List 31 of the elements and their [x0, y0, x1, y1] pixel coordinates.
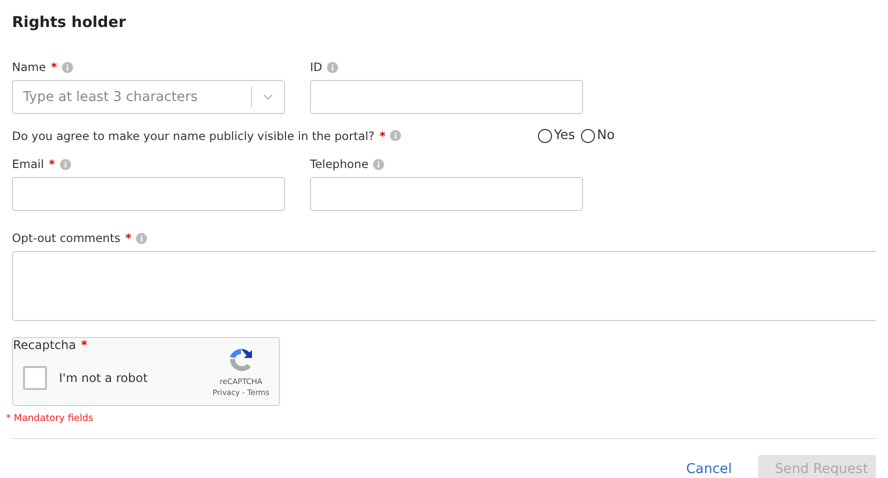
field-label: Name: [12, 60, 46, 74]
section-title: Rights holder: [12, 12, 127, 33]
radio-option[interactable]: Yes: [538, 128, 575, 143]
chevron-down-icon[interactable]: [263, 94, 273, 100]
text-field[interactable]: [12, 177, 285, 211]
text-field[interactable]: [310, 80, 583, 114]
required-mark: *: [81, 338, 88, 352]
info-icon[interactable]: [373, 158, 384, 170]
field-label: Telephone: [310, 157, 368, 171]
comments-textarea[interactable]: [12, 251, 876, 321]
radio-option[interactable]: No: [581, 128, 615, 143]
field-label: Email: [12, 157, 44, 171]
checkbox-label: I'm not a robot: [59, 371, 149, 385]
info-icon[interactable]: [327, 62, 338, 72]
info-icon[interactable]: [62, 62, 73, 72]
mandatory-note: * Mandatory fields: [6, 413, 94, 424]
checkbox[interactable]: [23, 366, 47, 390]
cancel-link[interactable]: Cancel: [686, 461, 732, 477]
field-label: Recaptcha: [13, 338, 76, 352]
required-mark: *: [125, 231, 132, 245]
field-label: ID: [310, 60, 322, 74]
info-icon[interactable]: [136, 232, 148, 244]
info-icon[interactable]: [60, 158, 71, 170]
name-combobox[interactable]: Type at least 3 characters: [12, 80, 285, 114]
required-mark: *: [50, 60, 57, 74]
required-mark: *: [48, 157, 55, 171]
required-mark: *: [379, 128, 386, 142]
info-icon[interactable]: [390, 130, 402, 141]
field-label: Opt-out comments: [12, 231, 120, 245]
question-label: Do you agree to make your name publicly visible in the portal?: [12, 128, 374, 142]
text-field[interactable]: [310, 177, 583, 211]
